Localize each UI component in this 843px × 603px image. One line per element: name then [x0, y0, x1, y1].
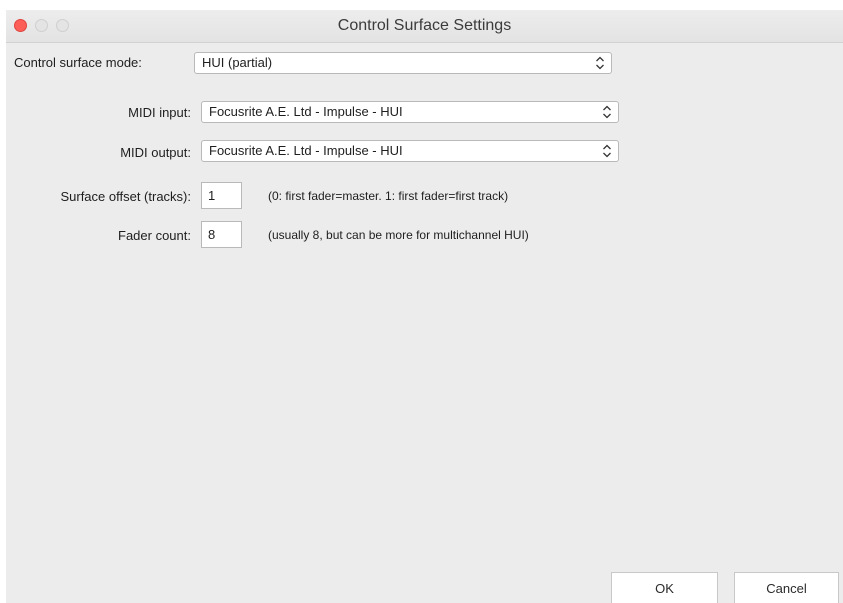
fader-count-field[interactable]: 8 [201, 221, 242, 248]
midi-output-label: MIDI output: [120, 145, 191, 160]
midi-output-select[interactable]: Focusrite A.E. Ltd - Impulse - HUI [201, 140, 619, 162]
surface-offset-label: Surface offset (tracks): [60, 189, 191, 204]
surface-offset-field[interactable]: 1 [201, 182, 242, 209]
up-down-chevron-icon [596, 56, 604, 70]
cancel-button[interactable]: Cancel [734, 572, 839, 603]
midi-input-select[interactable]: Focusrite A.E. Ltd - Impulse - HUI [201, 101, 619, 123]
window-title: Control Surface Settings [337, 17, 512, 34]
mode-label: Control surface mode: [14, 55, 142, 70]
title-bar: Control Surface Settings [6, 10, 843, 43]
mode-select-value: HUI (partial) [202, 55, 273, 70]
up-down-chevron-icon [603, 105, 611, 119]
fader-count-hint: (usually 8, but can be more for multicha… [268, 228, 529, 242]
midi-input-value: Focusrite A.E. Ltd - Impulse - HUI [209, 104, 403, 119]
fader-count-label: Fader count: [118, 228, 191, 243]
surface-offset-hint: (0: first fader=master. 1: first fader=f… [268, 189, 509, 203]
ok-button[interactable]: OK [611, 572, 718, 603]
mode-select[interactable]: HUI (partial) [194, 52, 612, 74]
midi-output-value: Focusrite A.E. Ltd - Impulse - HUI [209, 143, 403, 158]
midi-input-label: MIDI input: [128, 105, 191, 120]
settings-window: Control Surface Settings Control surface… [6, 10, 843, 603]
up-down-chevron-icon [603, 144, 611, 158]
